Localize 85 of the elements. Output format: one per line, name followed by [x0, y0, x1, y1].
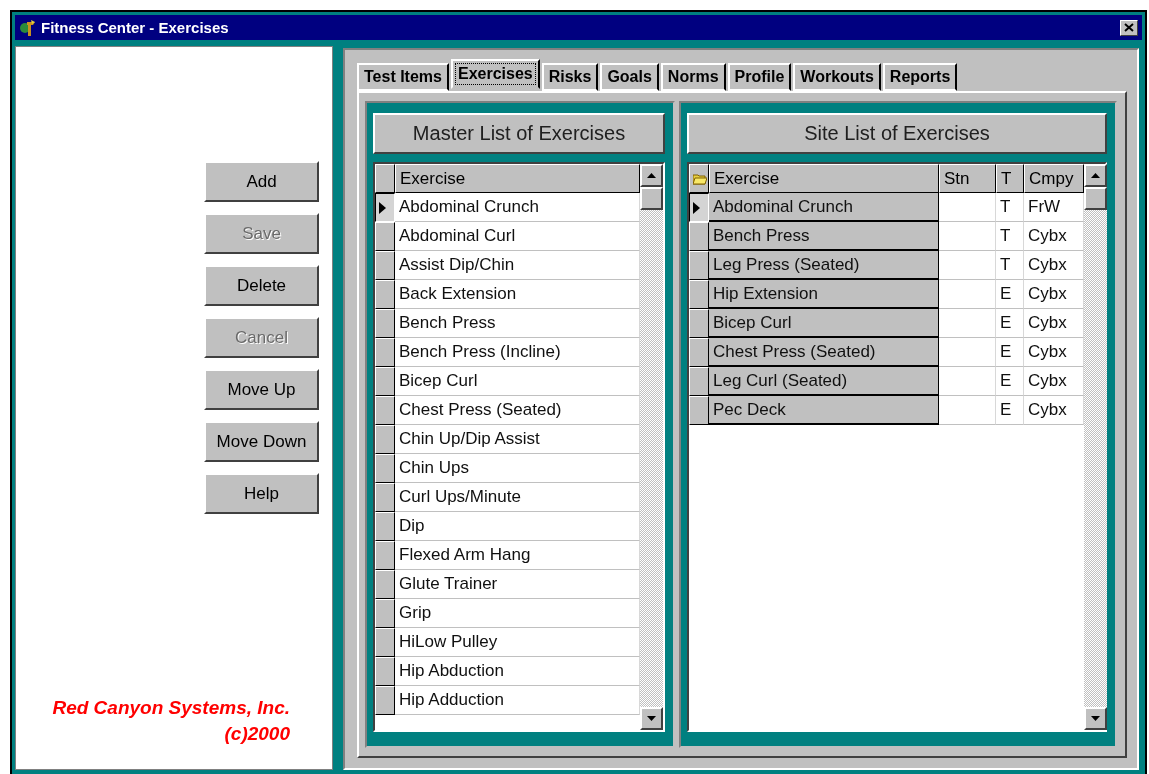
- scroll-down-button[interactable]: [1084, 707, 1107, 730]
- table-cell[interactable]: Bench Press (Incline): [395, 338, 640, 367]
- panel-title: Site List of Exercises: [687, 113, 1107, 154]
- row-pointer-icon: [379, 201, 386, 214]
- table-cell[interactable]: HiLow Pulley: [395, 628, 640, 657]
- column-header[interactable]: T: [996, 164, 1024, 193]
- scroll-up-button[interactable]: [1084, 164, 1107, 187]
- table-cell[interactable]: Chin Up/Dip Assist: [395, 425, 640, 454]
- column-header[interactable]: Stn: [939, 164, 996, 193]
- table-cell[interactable]: Pec Deck: [709, 396, 939, 425]
- app-logo-icon: [19, 18, 37, 37]
- table-cell[interactable]: Bicep Curl: [709, 309, 939, 338]
- action-button[interactable]: Move Down: [204, 421, 319, 462]
- table-cell[interactable]: T: [996, 193, 1024, 222]
- table-cell[interactable]: T: [996, 222, 1024, 251]
- scroll-thumb[interactable]: [1084, 187, 1107, 210]
- panel-title: Master List of Exercises: [373, 113, 665, 154]
- table-cell[interactable]: Cybx: [1024, 280, 1084, 309]
- table-cell[interactable]: E: [996, 396, 1024, 425]
- tab[interactable]: Reports: [882, 63, 958, 91]
- table-cell[interactable]: Cybx: [1024, 367, 1084, 396]
- table-cell[interactable]: Assist Dip/Chin: [395, 251, 640, 280]
- action-button[interactable]: Add: [204, 161, 319, 202]
- table-cell[interactable]: E: [996, 367, 1024, 396]
- table-cell[interactable]: Chest Press (Seated): [709, 338, 939, 367]
- scroll-up-arrow-icon: [647, 173, 656, 178]
- close-button[interactable]: [1120, 19, 1138, 36]
- table-cell[interactable]: Grip: [395, 599, 640, 628]
- table-cell[interactable]: Bench Press: [709, 222, 939, 251]
- column-header[interactable]: Exercise: [395, 164, 640, 193]
- tab[interactable]: Profile: [727, 63, 792, 91]
- table-cell[interactable]: Cybx: [1024, 251, 1084, 280]
- table-cell[interactable]: Abdominal Crunch: [395, 193, 640, 222]
- table-cell[interactable]: Chest Press (Seated): [395, 396, 640, 425]
- table-cell[interactable]: Hip Adduction: [395, 686, 640, 715]
- table-cell[interactable]: Abdominal Crunch: [709, 193, 939, 222]
- window-title: Fitness Center - Exercises: [41, 19, 230, 36]
- table-cell[interactable]: Cybx: [1024, 338, 1084, 367]
- scroll-up-arrow-icon: [1091, 173, 1100, 178]
- tab[interactable]: Risks: [541, 63, 599, 91]
- vertical-scrollbar[interactable]: [1084, 164, 1107, 730]
- table-cell[interactable]: E: [996, 338, 1024, 367]
- folder-icon: [693, 172, 707, 185]
- close-icon: [1124, 23, 1134, 32]
- action-button[interactable]: Help: [204, 473, 319, 514]
- action-button[interactable]: Delete: [204, 265, 319, 306]
- tab[interactable]: Norms: [660, 63, 726, 91]
- tab[interactable]: Goals: [600, 63, 659, 91]
- scroll-down-arrow-icon: [647, 716, 656, 721]
- action-button[interactable]: Move Up: [204, 369, 319, 410]
- vertical-scrollbar[interactable]: [640, 164, 663, 730]
- table-cell[interactable]: Glute Trainer: [395, 570, 640, 599]
- table-cell[interactable]: T: [996, 251, 1024, 280]
- table-cell[interactable]: Dip: [395, 512, 640, 541]
- column-header[interactable]: Exercise: [709, 164, 939, 193]
- copyright-text: (c)2000: [224, 723, 290, 745]
- company-name: Red Canyon Systems, Inc.: [52, 697, 290, 719]
- table-cell[interactable]: Cybx: [1024, 396, 1084, 425]
- table-cell[interactable]: Hip Extension: [709, 280, 939, 309]
- row-indicator[interactable]: [689, 193, 709, 222]
- table-cell[interactable]: E: [996, 309, 1024, 338]
- table-cell[interactable]: Bicep Curl: [395, 367, 640, 396]
- row-indicator[interactable]: [375, 193, 395, 222]
- table-cell[interactable]: Flexed Arm Hang: [395, 541, 640, 570]
- table-cell[interactable]: Curl Ups/Minute: [395, 483, 640, 512]
- table-cell[interactable]: FrW: [1024, 193, 1084, 222]
- scroll-up-button[interactable]: [640, 164, 663, 187]
- tab[interactable]: Workouts: [793, 63, 881, 91]
- tab[interactable]: Test Items: [357, 63, 449, 91]
- table-cell[interactable]: E: [996, 280, 1024, 309]
- table-cell[interactable]: Abdominal Curl: [395, 222, 640, 251]
- scroll-down-arrow-icon: [1091, 716, 1100, 721]
- table-cell[interactable]: Back Extension: [395, 280, 640, 309]
- table-cell[interactable]: Hip Abduction: [395, 657, 640, 686]
- column-header[interactable]: Cmpy: [1024, 164, 1084, 193]
- table-cell[interactable]: Chin Ups: [395, 454, 640, 483]
- table-cell[interactable]: Leg Press (Seated): [709, 251, 939, 280]
- table-cell[interactable]: Leg Curl (Seated): [709, 367, 939, 396]
- row-pointer-icon: [693, 201, 700, 214]
- table-cell[interactable]: Cybx: [1024, 309, 1084, 338]
- table-cell[interactable]: Cybx: [1024, 222, 1084, 251]
- tab[interactable]: Exercises: [450, 59, 540, 89]
- scroll-thumb[interactable]: [640, 187, 663, 210]
- scroll-down-button[interactable]: [640, 707, 663, 730]
- table-cell[interactable]: Bench Press: [395, 309, 640, 338]
